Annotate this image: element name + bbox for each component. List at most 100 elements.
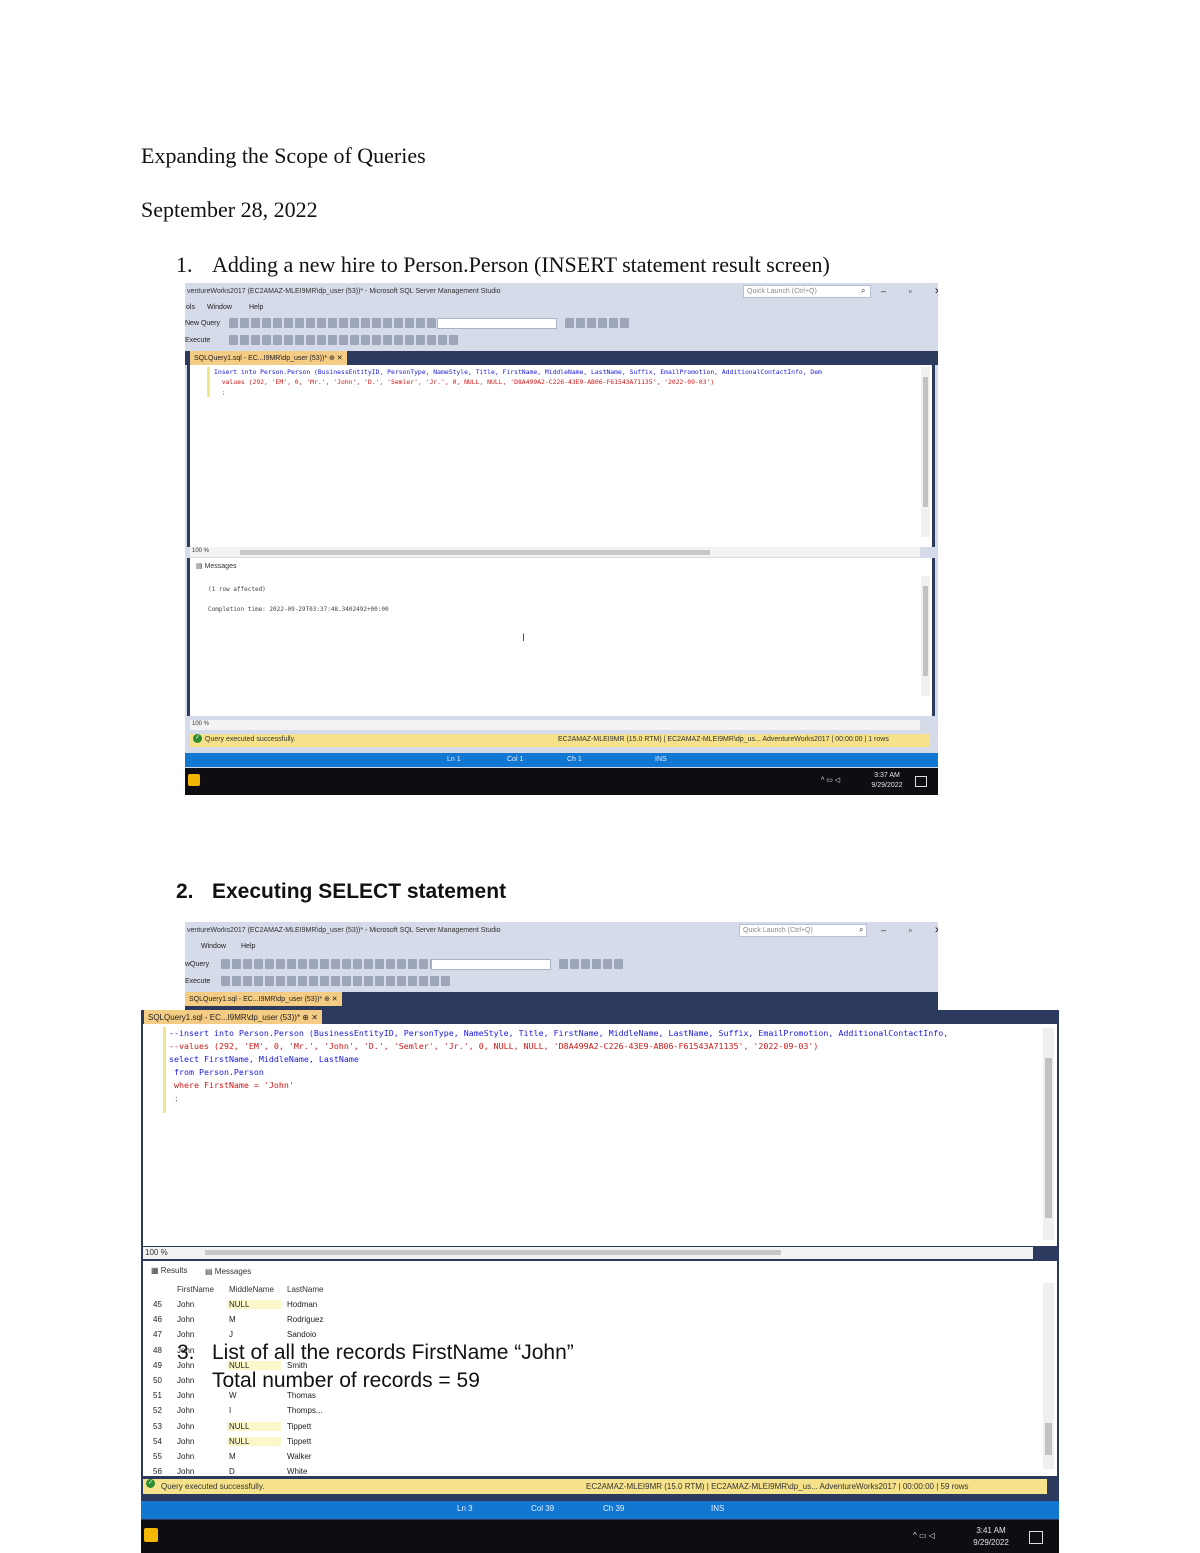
results-zoom-dropdown[interactable]: 100 % (192, 721, 209, 727)
notification-icon[interactable] (1029, 1531, 1043, 1544)
editor-hscroll[interactable] (205, 1250, 781, 1255)
menu-item-window[interactable]: Window (207, 304, 232, 311)
new-query-button[interactable]: New Query (185, 320, 220, 327)
column-header-middlename[interactable]: MiddleName (229, 1285, 274, 1294)
solution-config-dropdown[interactable] (431, 959, 551, 970)
window-controls[interactable]: – ▫ ✕ (881, 286, 938, 297)
list-item-3-total: Total number of records = 59 (212, 1369, 480, 1392)
toolbar-sql-editor: Execute (185, 974, 938, 990)
quick-launch-input[interactable]: Quick Launch (Ctrl+Q) (739, 924, 867, 937)
status-connection-info: EC2AMAZ-MLEI9MR (15.0 RTM) | EC2AMAZ-MLE… (586, 1482, 969, 1491)
table-row[interactable]: 46 John M Rodriguez (147, 1313, 337, 1328)
window-controls[interactable]: – ▫ ✕ (881, 925, 938, 936)
search-icon[interactable]: ⌕ (861, 286, 865, 296)
solution-config-dropdown[interactable] (437, 318, 557, 329)
cell-firstname: John (177, 1300, 195, 1309)
taskbar-clock[interactable]: 3:37 AM 9/29/2022 (865, 771, 909, 791)
cell-firstname: John (177, 1315, 195, 1325)
execute-button[interactable]: Execute (185, 337, 210, 344)
menu-bar: Window Help (185, 940, 938, 954)
message-completion-time: Completion time: 2022-09-29T03:37:48.340… (208, 606, 389, 613)
query-status-bar: ✓ Query executed successfully. EC2AMAZ-ML… (143, 1479, 1047, 1494)
table-row[interactable]: 53 John NULL Tippett (147, 1420, 337, 1435)
zoom-dropdown[interactable]: 100 % (145, 1248, 168, 1257)
tab-sqlquery1[interactable]: SQLQuery1.sql - EC...I9MR\dp_user (53))*… (144, 1010, 322, 1024)
column-header-lastname[interactable]: LastName (287, 1285, 323, 1294)
execute-button[interactable]: Execute (185, 978, 210, 985)
system-tray-icons[interactable]: ^ ▭ ◁ (913, 1531, 935, 1540)
row-number: 56 (153, 1467, 162, 1477)
toolbar-icons-right[interactable] (559, 959, 623, 970)
editor-scrollbar[interactable] (1043, 1028, 1054, 1240)
row-number: 54 (153, 1436, 162, 1446)
cell-middlename: D (229, 1467, 235, 1477)
menu-item-help[interactable]: Help (241, 943, 255, 950)
status-char: Ch 1 (567, 756, 582, 763)
list-item-2: 2. Executing SELECT statement (176, 880, 506, 904)
toolbar-icons[interactable] (229, 318, 447, 329)
table-row[interactable]: 54 John NULL Tippett (147, 1435, 337, 1450)
zoom-dropdown[interactable]: 100 % (192, 548, 209, 554)
table-row[interactable]: 55 John M Walker (147, 1450, 337, 1465)
results-scrollbar[interactable] (1043, 1283, 1054, 1469)
ssms-app-icon[interactable] (188, 774, 200, 786)
toolbar-standard: New Query (185, 316, 938, 332)
tab-messages[interactable]: ▤ Messages (196, 562, 236, 570)
editor-scrollbar[interactable] (921, 367, 930, 537)
title-bar: ventureWorks2017 (EC2AMAZ-MLEI9MR\dp_use… (185, 283, 938, 300)
editor-zoom-row: 100 % (143, 1247, 1033, 1259)
toolbar-icons[interactable] (221, 959, 439, 970)
notification-icon[interactable] (915, 776, 927, 787)
menu-item-window[interactable]: Window (201, 943, 226, 950)
status-line: Ln 1 (447, 756, 461, 763)
query-editor[interactable]: --insert into Person.Person (BusinessEnt… (143, 1024, 1057, 1246)
table-row[interactable]: 52 John I Thomps... (147, 1404, 337, 1419)
code-line-5: where FirstName = 'John' (169, 1080, 294, 1090)
tab-sqlquery1[interactable]: SQLQuery1.sql - EC...I9MR\dp_user (53))*… (190, 351, 347, 365)
table-row[interactable]: 45 John NULL Hodman (147, 1298, 337, 1313)
tab-results[interactable]: ▦ Results (151, 1266, 187, 1275)
system-tray-icons[interactable]: ^ ▭ ◁ (821, 776, 840, 784)
tab-messages[interactable]: ▤ Messages (205, 1267, 251, 1276)
toolbar-icons-right[interactable] (565, 318, 629, 329)
column-header-firstname[interactable]: FirstName (177, 1285, 214, 1294)
editor-hscroll[interactable] (240, 550, 710, 555)
code-line-1: --insert into Person.Person (BusinessEnt… (169, 1028, 949, 1038)
cell-lastname: Walker (287, 1452, 312, 1461)
windows-taskbar: ^ ▭ ◁ 3:41 AM 9/29/2022 (141, 1520, 1059, 1553)
document-tab-strip: SQLQuery1.sql - EC...I9MR\dp_user (53))*… (185, 351, 938, 365)
cell-firstname: John (177, 1330, 195, 1340)
query-status-bar: ✓ Query executed successfully. EC2AMAZ-ML… (190, 734, 930, 747)
taskbar-clock[interactable]: 3:41 AM 9/29/2022 (965, 1525, 1017, 1549)
list-item-text: Adding a new hire to Person.Person (INSE… (212, 252, 830, 277)
cell-firstname: John (177, 1467, 195, 1477)
row-number: 48 (153, 1345, 162, 1355)
sql-toolbar-icons[interactable] (229, 335, 458, 346)
editor-zoom-row: 100 % (190, 547, 920, 557)
menu-bar: ols Window Help (185, 301, 938, 315)
list-item-text: Executing SELECT statement (212, 880, 507, 903)
search-icon[interactable]: ⌕ (859, 925, 863, 935)
status-insert-mode: INS (711, 1504, 725, 1513)
results-scrollbar[interactable] (921, 576, 930, 696)
code-line-6: ; (169, 1093, 179, 1103)
sql-toolbar-icons[interactable] (221, 976, 450, 987)
cell-lastname: Tippett (287, 1421, 312, 1431)
menu-item-tools[interactable]: ols (186, 304, 195, 311)
ssms-screenshot-insert: ventureWorks2017 (EC2AMAZ-MLEI9MR\dp_use… (185, 283, 938, 795)
ssms-app-icon[interactable] (144, 1528, 158, 1542)
editor-status-bar: Ln 3 Col 39 Ch 39 INS (141, 1501, 1059, 1519)
cell-lastname: Tippett (287, 1436, 312, 1446)
cell-middlename: NULL (227, 1436, 281, 1446)
cell-middlename: M (229, 1452, 236, 1461)
cell-lastname: White (287, 1467, 308, 1477)
tab-sqlquery1-back[interactable]: SQLQuery1.sql - EC...I9MR\dp_user (53))*… (185, 992, 342, 1006)
quick-launch-input[interactable]: Quick Launch (Ctrl+Q) (743, 285, 871, 298)
list-item-number: 1. (176, 252, 193, 277)
cell-lastname: Hodman (287, 1300, 318, 1309)
query-editor[interactable]: Insert into Person.Person (BusinessEntit… (187, 365, 935, 547)
new-query-button[interactable]: wQuery (185, 961, 209, 968)
row-number: 51 (153, 1391, 162, 1401)
menu-item-help[interactable]: Help (249, 304, 263, 311)
code-line-1: Insert into Person.Person (BusinessEntit… (214, 368, 822, 376)
